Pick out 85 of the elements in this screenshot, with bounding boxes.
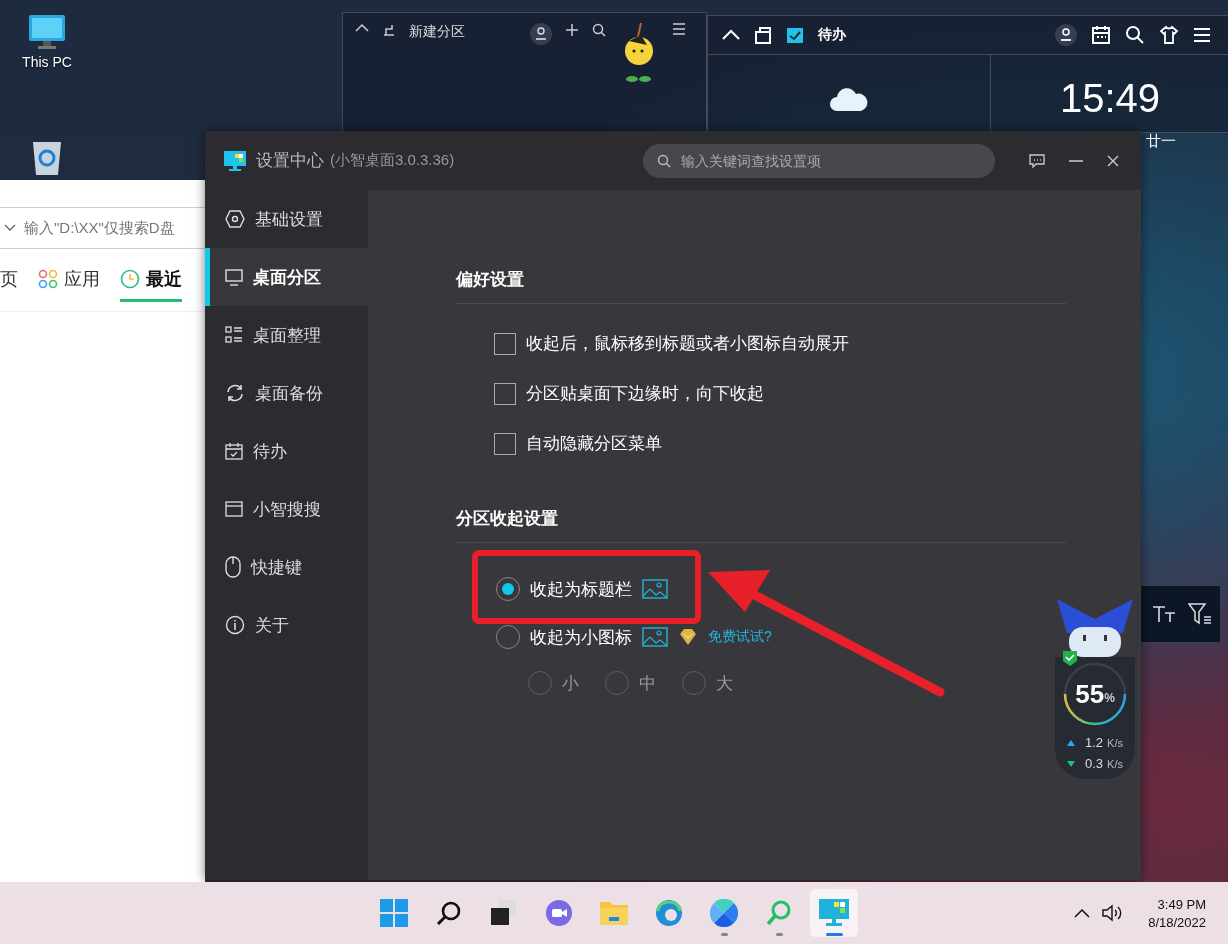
user-icon[interactable] — [530, 23, 552, 45]
folder-icon — [599, 900, 629, 926]
sidebar-item[interactable]: 桌面备份 — [205, 364, 368, 422]
download-speed: 0.3 — [1085, 756, 1104, 771]
font-size-icon[interactable] — [1152, 605, 1176, 623]
feedback-icon[interactable] — [1029, 153, 1045, 168]
checkbox[interactable] — [494, 382, 516, 405]
image-preview-icon[interactable] — [642, 579, 668, 599]
sidebar-item[interactable]: 快捷键 — [205, 538, 368, 596]
image-preview-icon[interactable] — [642, 627, 668, 647]
sync-icon — [225, 383, 245, 403]
search-tab[interactable]: 页 — [0, 258, 18, 302]
calendar-icon[interactable] — [1091, 25, 1111, 45]
desktop-app-icon — [819, 899, 849, 927]
cloud-icon — [829, 85, 869, 112]
window-title: 设置中心 — [256, 150, 324, 172]
free-trial-link[interactable]: 免费试试? — [708, 628, 772, 646]
sidebar-item[interactable]: 待办 — [205, 422, 368, 480]
calendar-check-icon — [225, 442, 243, 460]
hexagon-icon — [225, 210, 245, 228]
video-chat-icon — [545, 899, 573, 927]
computer-icon[interactable] — [28, 14, 66, 50]
radio-label[interactable]: 收起为标题栏 — [530, 577, 632, 601]
checkbox-label[interactable]: 分区贴桌面下边缘时，向下收起 — [526, 382, 764, 405]
sidebar-item[interactable]: 桌面整理 — [205, 306, 368, 364]
add-icon[interactable] — [565, 23, 579, 37]
search-icon[interactable] — [592, 23, 606, 37]
user-icon[interactable] — [1055, 24, 1077, 46]
checkbox[interactable] — [494, 432, 516, 455]
filter-icon[interactable] — [1188, 603, 1212, 625]
partition-title[interactable]: 待办 — [818, 26, 846, 44]
search-icon — [436, 900, 462, 926]
magnifier-app-icon — [765, 899, 793, 927]
system-monitor-widget[interactable]: 55% 1.2 K/s 0.3 K/s — [1055, 597, 1135, 779]
upload-speed: 1.2 — [1085, 735, 1104, 750]
upload-arrow-icon — [1067, 739, 1075, 746]
chevron-down-icon[interactable] — [4, 224, 16, 232]
usage-unit: % — [1104, 691, 1115, 705]
download-arrow-icon — [1067, 760, 1075, 767]
diamond-icon — [678, 628, 698, 646]
section-heading: 偏好设置 — [456, 268, 1066, 304]
taskbar-time[interactable]: 3:49 PM — [1157, 896, 1206, 912]
sidebar-item[interactable]: 关于 — [205, 596, 368, 654]
lunar-date: 廿一 — [1146, 132, 1176, 151]
checkbox[interactable] — [494, 332, 516, 355]
speed-unit: K/s — [1107, 757, 1123, 770]
chevron-up-icon[interactable] — [1074, 908, 1091, 918]
minimize-icon[interactable] — [1069, 159, 1083, 162]
apps-icon — [38, 268, 58, 289]
clock-time: 15:49 — [1059, 76, 1161, 121]
app-version: (小智桌面3.0.3.36) — [330, 151, 455, 170]
sidebar-item[interactable]: 基础设置 — [205, 190, 368, 248]
search-tab[interactable]: 最近 — [120, 258, 182, 302]
app-logo-icon — [224, 150, 246, 171]
speed-unit: K/s — [1107, 736, 1123, 749]
search-icon[interactable] — [1125, 25, 1145, 45]
partition-title[interactable]: 新建分区 — [409, 23, 465, 41]
mouse-icon — [225, 556, 241, 578]
search-field[interactable]: 输入"D:\XX"仅搜索D盘 — [0, 207, 205, 249]
sidebar-item[interactable]: 小智搜搜 — [205, 480, 368, 538]
radio-label[interactable]: 收起为小图标 — [530, 625, 632, 649]
menu-icon[interactable] — [672, 23, 686, 35]
settings-search-field[interactable]: 输入关键词查找设置项 — [643, 143, 995, 178]
monitor-icon — [225, 268, 243, 286]
pin-icon[interactable] — [382, 23, 396, 37]
clock-icon — [120, 268, 140, 289]
collapse-icon[interactable] — [355, 23, 369, 33]
section-heading: 分区收起设置 — [456, 507, 1066, 543]
checkbox-label[interactable]: 自动隐藏分区菜单 — [526, 432, 662, 455]
browser-icon — [655, 899, 683, 927]
search-tab[interactable]: 应用 — [38, 258, 100, 302]
shirt-icon[interactable] — [1159, 25, 1179, 45]
desktop-icon-label[interactable]: This PC — [22, 54, 72, 70]
petal-app-icon — [710, 899, 738, 927]
usage-value: 55 — [1075, 678, 1105, 710]
close-icon[interactable] — [1107, 154, 1119, 167]
list-icon — [225, 326, 243, 344]
window-icon — [225, 501, 243, 517]
taskbar-date[interactable]: 8/18/2022 — [1148, 914, 1206, 930]
sidebar-item[interactable]: 桌面分区 — [205, 248, 368, 306]
windows-logo-icon — [380, 899, 408, 927]
checkbox-label[interactable]: 收起后，鼠标移到标题或者小图标自动展开 — [526, 332, 849, 355]
info-icon — [225, 615, 245, 635]
task-view-icon — [490, 900, 518, 926]
todo-check-icon[interactable] — [786, 26, 804, 44]
